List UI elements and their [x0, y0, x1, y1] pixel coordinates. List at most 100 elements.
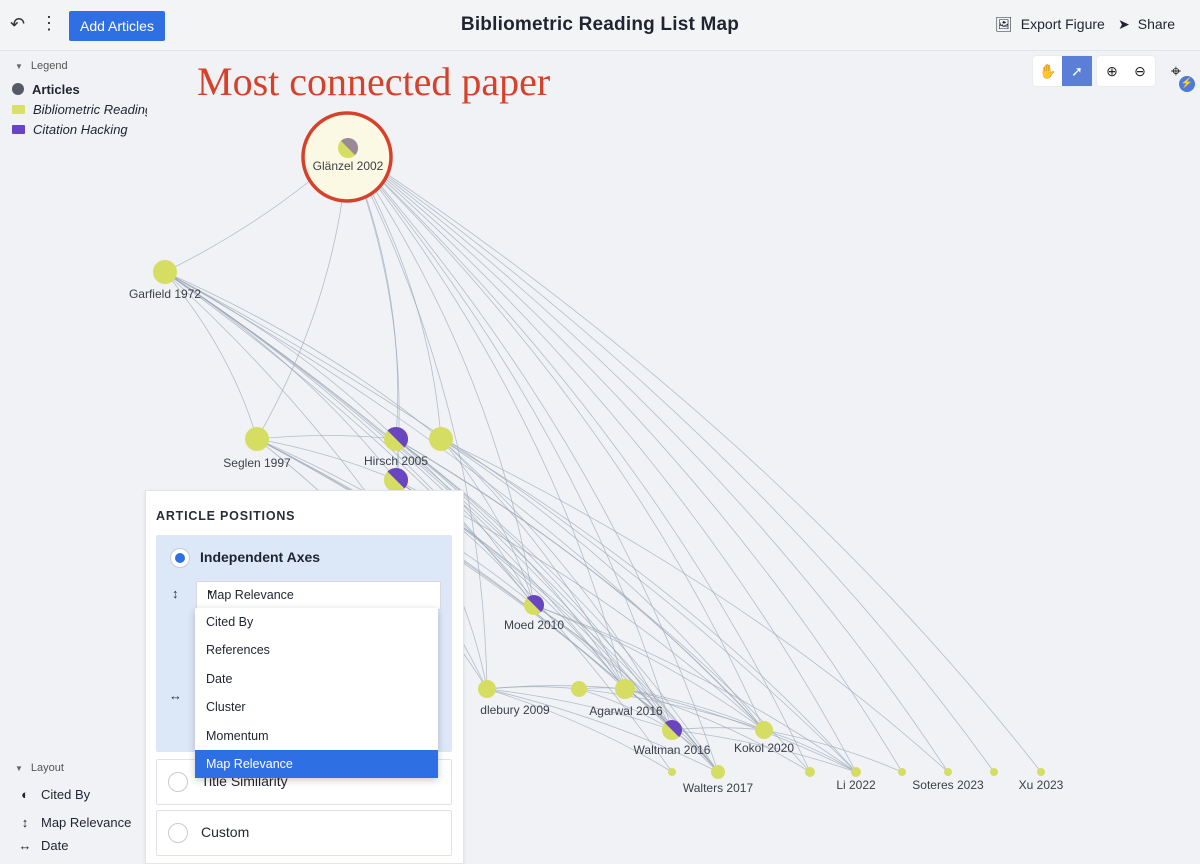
- collapse-caret-icon: ▼: [15, 764, 23, 773]
- article-node-circle: [1037, 768, 1045, 776]
- article-node-circle: [805, 767, 815, 777]
- citation-edge: [164, 271, 397, 481]
- collapse-caret-icon: ▼: [15, 62, 23, 71]
- article-node[interactable]: Seglen 1997: [223, 427, 291, 470]
- citation-edge: [256, 435, 397, 440]
- article-node-circle: [429, 427, 453, 451]
- article-node-label: Walters 2017: [683, 781, 754, 795]
- article-node[interactable]: [429, 427, 453, 451]
- zoom-in-icon[interactable]: ⊕: [1097, 56, 1127, 86]
- layout-title: Layout: [30, 762, 64, 774]
- legend-item-bibliometric-reading[interactable]: Bibliometric Reading: [12, 102, 147, 117]
- legend-title: Legend: [30, 60, 68, 72]
- send-icon: ➤: [1118, 16, 1130, 32]
- layout-item-date: ↔ Date: [16, 838, 69, 853]
- article-node-circle: [851, 767, 861, 777]
- horizontal-axis-icon: ↔: [169, 688, 182, 703]
- radio-title-similarity[interactable]: [168, 772, 188, 792]
- article-node-circle: [615, 679, 635, 699]
- article-node[interactable]: Walters 2017: [683, 765, 754, 795]
- legend-label: Citation Hacking: [33, 122, 128, 137]
- article-node-label: Garfield 1972: [129, 287, 201, 301]
- article-node[interactable]: Li 2022: [836, 767, 876, 792]
- article-node[interactable]: [805, 767, 815, 777]
- share-button[interactable]: ➤ Share: [1118, 16, 1175, 33]
- legend-label: Articles: [32, 82, 80, 97]
- article-node-circle: [944, 768, 952, 776]
- dropdown-caret-icon: ▼: [207, 590, 214, 597]
- article-node-label: Soteres 2023: [912, 778, 984, 792]
- layout-label: Cited By: [41, 787, 91, 802]
- dropdown-option-momentum[interactable]: Momentum: [195, 722, 438, 750]
- select-pointer-icon[interactable]: ➚: [1062, 56, 1092, 86]
- article-node[interactable]: Xu 2023: [1019, 768, 1064, 792]
- legend-item-citation-hacking[interactable]: Citation Hacking: [12, 122, 128, 137]
- article-node[interactable]: [668, 768, 676, 776]
- top-bar: ↶ ⋮ Add Articles Bibliometric Reading Li…: [0, 0, 1200, 51]
- article-node-label: Seglen 1997: [223, 456, 291, 470]
- dropdown-option-map-relevance[interactable]: Map Relevance: [195, 750, 438, 778]
- article-node[interactable]: [898, 768, 906, 776]
- article-node-label: Hirsch 2005: [364, 454, 428, 468]
- dropdown-option-cluster[interactable]: Cluster: [195, 693, 438, 721]
- citation-edge: [486, 688, 673, 773]
- article-node[interactable]: [384, 467, 409, 492]
- export-figure-button[interactable]: 🖼 Export Figure: [995, 16, 1105, 33]
- article-node-circle: [898, 768, 906, 776]
- image-icon: 🖼: [995, 16, 1013, 32]
- layout-label: Map Relevance: [41, 815, 132, 830]
- dropdown-option-cited-by[interactable]: Cited By: [195, 608, 438, 636]
- pan-hand-icon[interactable]: ✋: [1033, 56, 1063, 86]
- article-node[interactable]: Garfield 1972: [129, 260, 201, 301]
- radio-independent-axes[interactable]: [170, 548, 190, 568]
- article-node-label: Li 2022: [836, 778, 876, 792]
- zoom-toolbar: ⊕ ⊖: [1097, 56, 1155, 86]
- article-node-circle: [153, 260, 177, 284]
- citation-edge: [440, 438, 673, 731]
- legend-label: Bibliometric Reading: [33, 102, 147, 117]
- y-axis-dropdown-menu: Cited By References Date Cluster Momentu…: [195, 608, 438, 778]
- article-node[interactable]: [571, 681, 587, 697]
- dropdown-option-date[interactable]: Date: [195, 665, 438, 693]
- layout-item-map-relevance: ↕ Map Relevance: [16, 815, 132, 830]
- option-label: Independent Axes: [200, 549, 321, 565]
- radio-custom[interactable]: [168, 823, 188, 843]
- layout-label: Date: [41, 838, 69, 853]
- dropdown-option-references[interactable]: References: [195, 636, 438, 664]
- legend-header[interactable]: ▼ Legend: [15, 60, 68, 72]
- article-node[interactable]: [990, 768, 998, 776]
- article-node-circle: [711, 765, 725, 779]
- article-node-circle: [245, 427, 269, 451]
- panel-title: ARTICLE POSITIONS: [156, 509, 296, 523]
- option-custom[interactable]: Custom: [156, 810, 452, 856]
- share-label: Share: [1137, 16, 1176, 32]
- article-node-label: Xu 2023: [1019, 778, 1064, 792]
- article-node-circle: [990, 768, 998, 776]
- layout-header[interactable]: ▼ Layout: [15, 762, 64, 774]
- article-node-label: Glänzel 2002: [313, 159, 384, 173]
- article-node-circle: [755, 721, 773, 739]
- article-node[interactable]: Kokol 2020: [734, 721, 794, 755]
- mode-toolbar: ✋ ➚: [1033, 56, 1092, 86]
- article-node-circle: [478, 680, 496, 698]
- y-axis-select[interactable]: Map Relevance ▼: [196, 581, 441, 610]
- folder-icon: [12, 125, 25, 134]
- article-node-label: Kokol 2020: [734, 741, 794, 755]
- horizontal-axis-icon: ↔: [18, 838, 32, 853]
- layout-item-cited-by: ◐ Cited By: [16, 787, 90, 802]
- zoom-out-icon[interactable]: ⊖: [1125, 56, 1155, 86]
- export-figure-label: Export Figure: [1020, 16, 1105, 32]
- article-node[interactable]: Soteres 2023: [912, 768, 984, 792]
- option-label: Custom: [201, 824, 250, 840]
- article-node-circle: [571, 681, 587, 697]
- article-node-label: dlebury 2009: [480, 703, 550, 717]
- article-node[interactable]: Waltman 2016: [634, 719, 711, 757]
- dot-icon: [12, 83, 24, 95]
- article-node-label: Moed 2010: [504, 618, 564, 632]
- annotation-text: Most connected paper: [197, 59, 551, 104]
- legend-item-articles[interactable]: Articles: [12, 82, 80, 97]
- vertical-axis-icon: ↕: [21, 815, 29, 830]
- folder-icon: [12, 105, 25, 114]
- recenter-toolbar: ⌖ ⚡: [1161, 56, 1195, 92]
- article-node-label: Agarwal 2016: [589, 704, 663, 718]
